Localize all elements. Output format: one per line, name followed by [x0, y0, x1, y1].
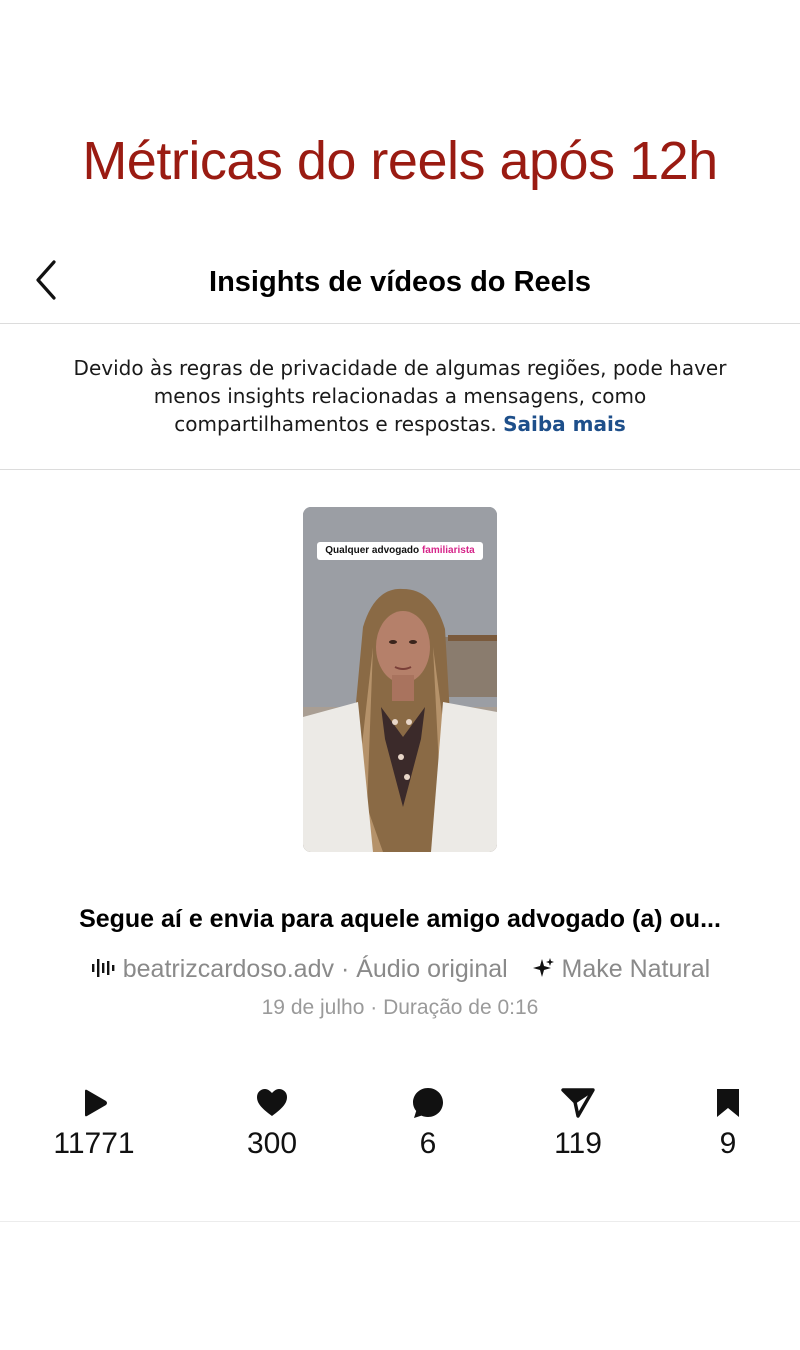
- learn-more-link[interactable]: Saiba mais: [503, 412, 626, 436]
- sparkle-icon: [529, 956, 555, 987]
- page-title: Insights de vídeos do Reels: [209, 266, 591, 298]
- reel-thumbnail[interactable]: Qualquer advogado familiarista: [303, 507, 497, 852]
- thumbnail-caption: Qualquer advogado familiarista: [317, 542, 483, 560]
- account-link[interactable]: beatrizcardoso.adv: [123, 955, 334, 983]
- effect-link[interactable]: Make Natural: [562, 955, 711, 983]
- date-separator: ·: [370, 996, 378, 1019]
- header-bar: Insights de vídeos do Reels: [0, 248, 800, 324]
- stat-comments-value: 6: [419, 1127, 437, 1160]
- audio-wave-icon: [90, 956, 116, 987]
- privacy-notice-text: Devido às regras de privacidade de algum…: [73, 356, 727, 436]
- save-icon: [717, 1089, 739, 1117]
- stat-likes-value: 300: [246, 1127, 298, 1160]
- heart-icon: [257, 1089, 287, 1116]
- thumbnail-caption-highlight: familiarista: [421, 545, 475, 556]
- reel-meta: beatrizcardoso.adv · Áudio original Make…: [0, 955, 800, 987]
- stat-plays-value: 11771: [53, 1127, 135, 1160]
- page-headline: Métricas do reels após 12h: [82, 131, 718, 191]
- stat-shares-value: 119: [554, 1127, 602, 1160]
- play-icon: [85, 1089, 107, 1117]
- stat-saves-value: 9: [719, 1127, 737, 1160]
- stat-shares[interactable]: 119: [513, 1085, 643, 1161]
- section-divider: [0, 1221, 800, 1222]
- thumbnail-caption-text: Qualquer advogado: [325, 545, 420, 556]
- comment-icon: [413, 1088, 443, 1118]
- reel-date: 19 de julho: [261, 996, 365, 1019]
- stat-plays[interactable]: 11771: [29, 1085, 159, 1161]
- stat-comments[interactable]: 6: [363, 1085, 493, 1161]
- stat-likes[interactable]: 300: [207, 1085, 337, 1161]
- reel-caption[interactable]: Segue aí e envia para aquele amigo advog…: [0, 905, 800, 934]
- stats-row: 11771 300 6 119 9: [0, 1085, 800, 1185]
- reel-duration: Duração de 0:16: [383, 996, 539, 1019]
- stat-saves[interactable]: 9: [663, 1085, 793, 1161]
- reel-date-duration: 19 de julho · Duração de 0:16: [0, 996, 800, 1020]
- audio-link[interactable]: Áudio original: [356, 955, 508, 983]
- share-icon: [561, 1088, 595, 1118]
- privacy-notice: Devido às regras de privacidade de algum…: [0, 324, 800, 470]
- meta-separator: ·: [340, 955, 350, 983]
